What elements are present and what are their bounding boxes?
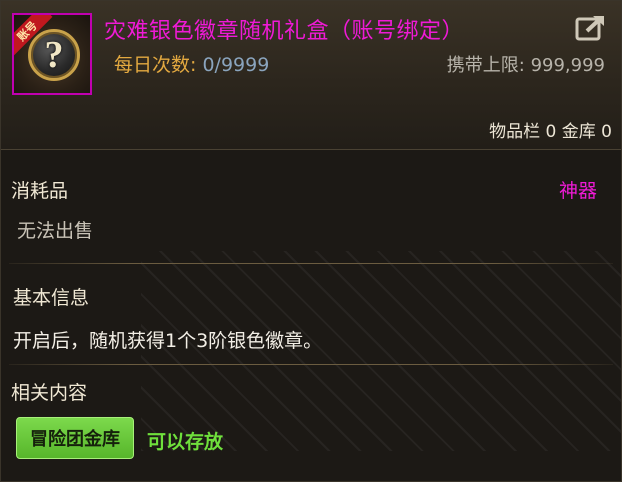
carry-limit-label: 携带上限: bbox=[446, 55, 525, 76]
item-icon[interactable]: ? 账号 bbox=[12, 13, 92, 95]
storage-count: 物品栏 0 金库 0 bbox=[489, 122, 612, 142]
daily-count-label: 每日次数: bbox=[114, 54, 197, 76]
coin-frame: ? bbox=[28, 29, 80, 81]
rarity-tag: 神器 bbox=[558, 180, 597, 202]
daily-count-value: 0/9999 bbox=[202, 54, 270, 76]
related-heading: 相关内容 bbox=[11, 382, 88, 404]
share-icon[interactable] bbox=[575, 13, 607, 41]
carry-limit-value: 999,999 bbox=[530, 55, 605, 76]
carry-limit: 携带上限: 999,999 bbox=[447, 51, 605, 77]
divider bbox=[9, 263, 613, 264]
adventure-vault-button[interactable]: 冒险团金库 bbox=[16, 417, 134, 459]
item-title: 灾难银色徽章随机礼盒（账号绑定） bbox=[104, 19, 465, 44]
divider bbox=[9, 364, 613, 365]
tooltip-header: ? 账号 灾难银色徽章随机礼盒（账号绑定） 每日次数: 0/9999 携带上限:… bbox=[1, 1, 621, 150]
sell-status: 无法出售 bbox=[17, 220, 94, 242]
daily-count: 每日次数: 0/9999 bbox=[114, 50, 269, 77]
storable-status: 可以存放 bbox=[147, 431, 224, 453]
item-tooltip: ? 账号 灾难银色徽章随机礼盒（账号绑定） 每日次数: 0/9999 携带上限:… bbox=[0, 0, 622, 482]
question-mark-icon: ? bbox=[44, 34, 64, 76]
item-description: 开启后，随机获得1个3阶银色徽章。 bbox=[13, 330, 323, 352]
item-type: 消耗品 bbox=[11, 180, 69, 202]
basic-info-heading: 基本信息 bbox=[13, 287, 90, 309]
